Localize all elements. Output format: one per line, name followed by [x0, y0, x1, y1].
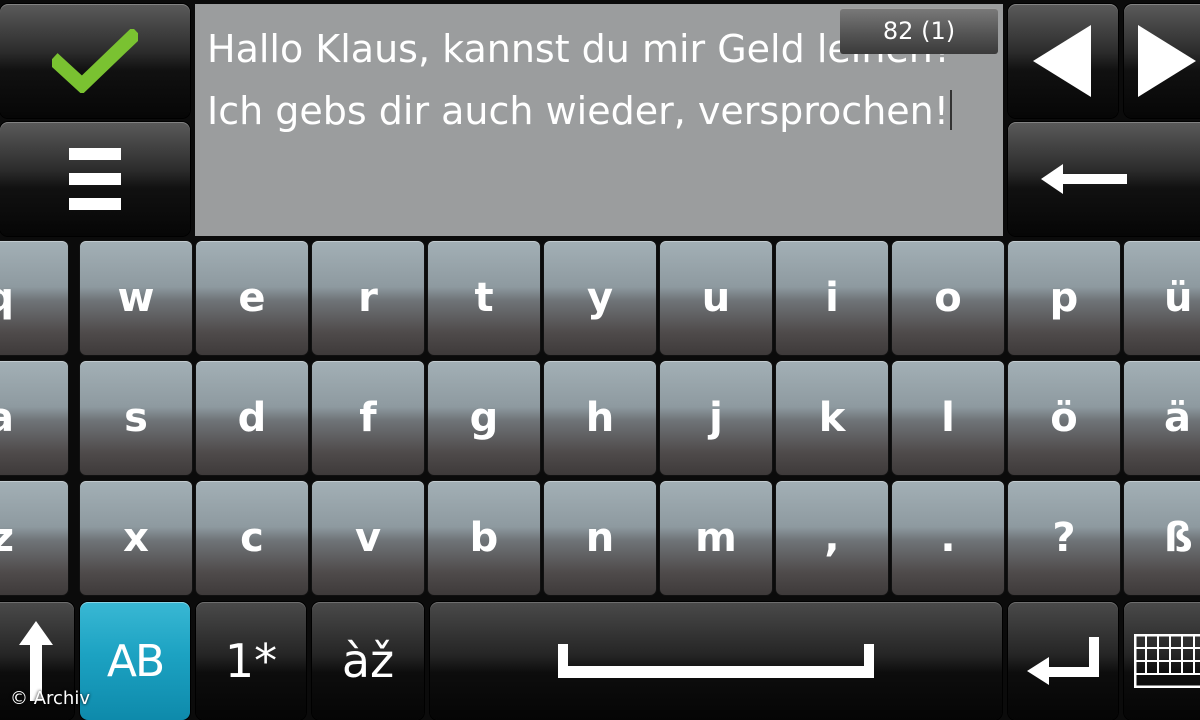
backspace-arrow-icon — [1041, 164, 1127, 194]
enter-icon — [1027, 637, 1099, 685]
key-t[interactable]: t — [428, 241, 540, 355]
key-p[interactable]: p — [1008, 241, 1120, 355]
numbers-symbols-label: 1* — [224, 634, 278, 688]
key-r[interactable]: r — [312, 241, 424, 355]
key-x[interactable]: x — [80, 481, 192, 595]
cursor-left-button[interactable] — [1008, 4, 1118, 118]
key-y[interactable]: y — [544, 241, 656, 355]
arrow-left-icon — [1033, 25, 1091, 97]
numbers-symbols-button[interactable]: 1* — [196, 602, 306, 720]
enter-button[interactable] — [1008, 602, 1118, 720]
backspace-button[interactable] — [1008, 122, 1200, 236]
key-ß[interactable]: ß — [1124, 481, 1200, 595]
text-caret — [949, 90, 952, 130]
key-c[interactable]: c — [196, 481, 308, 595]
key-g[interactable]: g — [428, 361, 540, 475]
key-q[interactable]: q — [0, 241, 68, 355]
key-o[interactable]: o — [892, 241, 1004, 355]
case-mode-label: AB — [106, 635, 165, 687]
key-?[interactable]: ? — [1008, 481, 1120, 595]
cursor-right-button[interactable] — [1124, 4, 1200, 118]
confirm-button[interactable] — [0, 4, 190, 118]
key-ä[interactable]: ä — [1124, 361, 1200, 475]
key-l[interactable]: l — [892, 361, 1004, 475]
key-s[interactable]: s — [80, 361, 192, 475]
key-b[interactable]: b — [428, 481, 540, 595]
key-e[interactable]: e — [196, 241, 308, 355]
case-mode-button[interactable]: AB — [80, 602, 190, 720]
copyright-watermark: © Archiv — [10, 688, 90, 709]
hide-keyboard-button[interactable] — [1124, 602, 1200, 720]
key-ü[interactable]: ü — [1124, 241, 1200, 355]
key-d[interactable]: d — [196, 361, 308, 475]
key-.[interactable]: . — [892, 481, 1004, 595]
space-bar[interactable] — [430, 602, 1002, 720]
key-h[interactable]: h — [544, 361, 656, 475]
menu-button[interactable] — [0, 122, 190, 236]
key-,[interactable]: , — [776, 481, 888, 595]
arrow-right-icon — [1137, 25, 1196, 97]
key-f[interactable]: f — [312, 361, 424, 475]
key-u[interactable]: u — [660, 241, 772, 355]
key-v[interactable]: v — [312, 481, 424, 595]
key-m[interactable]: m — [660, 481, 772, 595]
accents-label: àž — [341, 634, 395, 688]
key-j[interactable]: j — [660, 361, 772, 475]
character-counter: 82 (1) — [840, 8, 998, 54]
key-n[interactable]: n — [544, 481, 656, 595]
key-k[interactable]: k — [776, 361, 888, 475]
accents-button[interactable]: àž — [312, 602, 424, 720]
hamburger-menu-icon — [69, 148, 121, 210]
key-ö[interactable]: ö — [1008, 361, 1120, 475]
key-i[interactable]: i — [776, 241, 888, 355]
key-a[interactable]: a — [0, 361, 68, 475]
space-bar-icon — [558, 644, 874, 678]
key-z[interactable]: z — [0, 481, 68, 595]
keyboard-icon — [1134, 634, 1200, 688]
key-w[interactable]: w — [80, 241, 192, 355]
checkmark-icon — [52, 29, 138, 93]
